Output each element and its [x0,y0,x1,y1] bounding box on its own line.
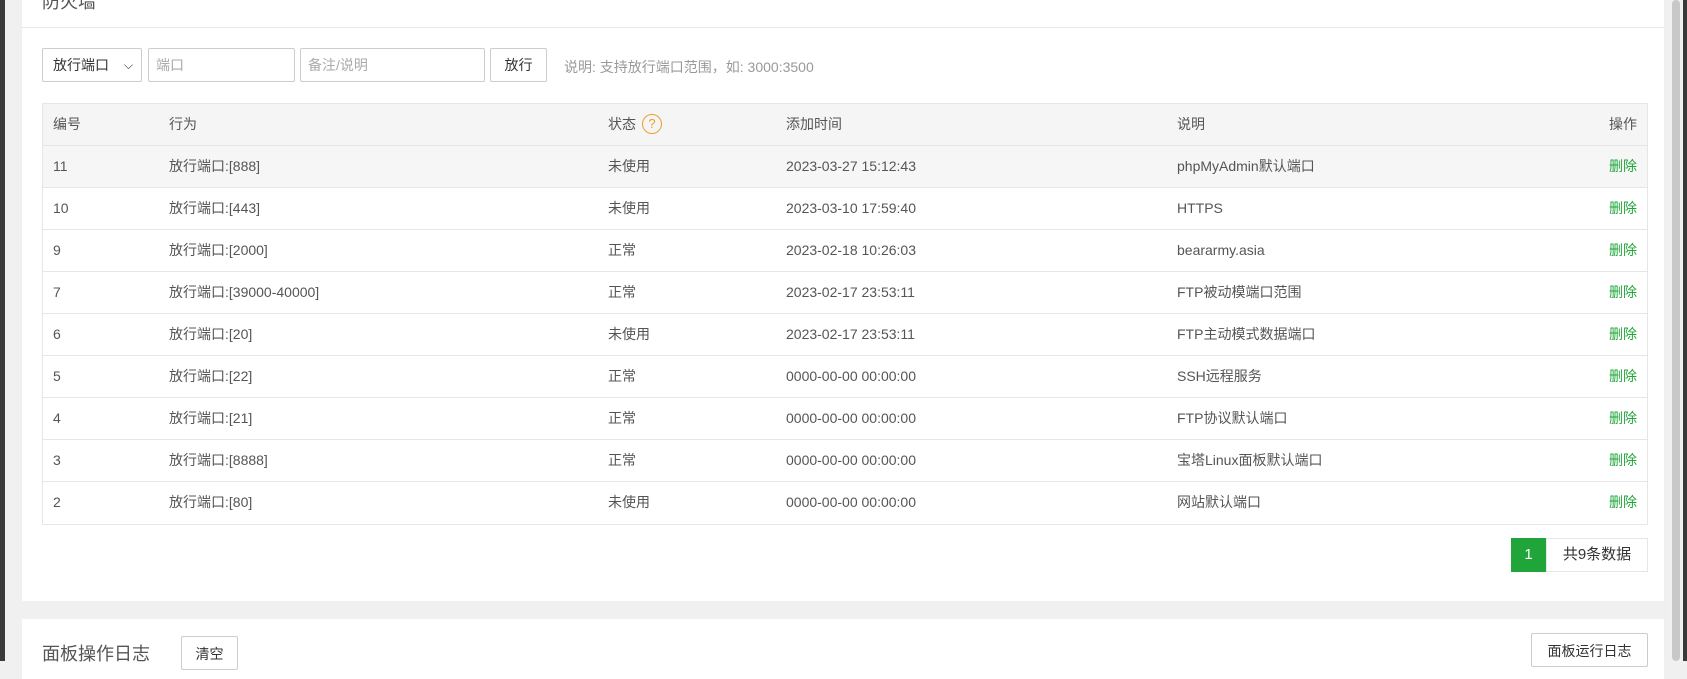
header-time: 添加时间 [786,116,842,132]
header-note: 说明 [1177,116,1205,132]
delete-link[interactable]: 删除 [1609,356,1637,397]
run-log-button[interactable]: 面板运行日志 [1531,633,1648,667]
row-note: FTP主动模式数据端口 [1177,326,1316,342]
header-status: 状态? [608,104,662,145]
chevron-down-icon: ⌵ [123,58,133,72]
delete-link[interactable]: 删除 [1609,482,1637,523]
table-row: 7 放行端口:[39000-40000] 正常 2023-02-17 23:53… [43,272,1647,314]
scrollbar-thumb[interactable] [1672,0,1680,661]
table-row: 3 放行端口:[8888] 正常 0000-00-00 00:00:00 宝塔L… [43,440,1647,482]
row-action: 放行端口:[2000] [169,242,268,258]
delete-link[interactable]: 删除 [1609,272,1637,313]
row-id: 4 [53,410,61,426]
row-time: 0000-00-00 00:00:00 [786,410,916,426]
row-status: 未使用 [608,200,650,216]
row-status: 未使用 [608,494,650,510]
header-op: 操作 [1609,116,1637,132]
pagination-total: 共9条数据 [1546,538,1648,572]
allow-button[interactable]: 放行 [490,48,547,82]
table-row: 4 放行端口:[21] 正常 0000-00-00 00:00:00 FTP协议… [43,398,1647,440]
row-note: FTP被动模端口范围 [1177,284,1302,300]
delete-link[interactable]: 删除 [1609,188,1637,229]
table-row: 6 放行端口:[20] 未使用 2023-02-17 23:53:11 FTP主… [43,314,1647,356]
row-id: 11 [53,158,68,174]
row-status: 未使用 [608,326,650,342]
panel-divider [22,27,1664,28]
table-row: 9 放行端口:[2000] 正常 2023-02-18 10:26:03 bea… [43,230,1647,272]
question-circle-icon[interactable]: ? [642,114,662,135]
row-note: 网站默认端口 [1177,494,1261,510]
delete-link[interactable]: 删除 [1609,146,1637,187]
row-action: 放行端口:[888] [169,158,261,174]
row-note: FTP协议默认端口 [1177,410,1288,426]
row-time: 0000-00-00 00:00:00 [786,368,916,384]
row-time: 2023-02-17 23:53:11 [786,326,915,342]
row-action: 放行端口:[20] [169,326,253,342]
row-id: 2 [53,494,61,510]
rule-type-select[interactable]: 放行端口 ⌵ [42,48,142,82]
window-left-edge [0,0,5,661]
row-action: 放行端口:[39000-40000] [169,284,320,300]
note-input[interactable]: 备注/说明 [300,48,485,82]
row-time: 0000-00-00 00:00:00 [786,452,916,468]
row-id: 3 [53,452,61,468]
row-id: 5 [53,368,61,384]
row-status: 正常 [608,452,636,468]
oplog-panel [22,619,1664,679]
row-note: SSH远程服务 [1177,368,1262,384]
port-input[interactable]: 端口 [148,48,295,82]
row-time: 2023-03-10 17:59:40 [786,200,916,216]
header-status-label: 状态 [608,116,636,132]
row-note: HTTPS [1177,200,1223,216]
table-row: 5 放行端口:[22] 正常 0000-00-00 00:00:00 SSH远程… [43,356,1647,398]
hint-text: 说明: 支持放行端口范围，如: 3000:3500 [564,59,814,75]
clear-log-button[interactable]: 清空 [181,636,238,670]
row-action: 放行端口:[22] [169,368,253,384]
delete-link[interactable]: 删除 [1609,230,1637,271]
row-action: 放行端口:[443] [169,200,261,216]
table-header-row: 编号 行为 状态? 添加时间 说明 操作 [43,104,1647,146]
row-note: phpMyAdmin默认端口 [1177,158,1315,174]
row-time: 2023-02-18 10:26:03 [786,242,916,258]
row-status: 正常 [608,368,636,384]
row-note: beararmy.asia [1177,242,1265,258]
row-action: 放行端口:[21] [169,410,253,426]
panel-title: 防火墙 [42,0,96,12]
row-status: 正常 [608,410,636,426]
delete-link[interactable]: 删除 [1609,440,1637,481]
table-row: 2 放行端口:[80] 未使用 0000-00-00 00:00:00 网站默认… [43,482,1647,524]
rule-type-value: 放行端口 [53,57,109,73]
header-id: 编号 [53,116,81,132]
row-status: 正常 [608,284,636,300]
window-right-edge [1683,0,1687,661]
oplog-title: 面板操作日志 [42,644,150,664]
pagination-current-page[interactable]: 1 [1511,538,1546,572]
row-action: 放行端口:[8888] [169,452,268,468]
row-id: 6 [53,326,61,342]
table-row: 11 放行端口:[888] 未使用 2023-03-27 15:12:43 ph… [43,146,1647,188]
row-note: 宝塔Linux面板默认端口 [1177,452,1323,468]
delete-link[interactable]: 删除 [1609,398,1637,439]
firewall-rules-table: 编号 行为 状态? 添加时间 说明 操作 11 放行端口:[888] 未使用 2… [42,103,1648,525]
row-id: 9 [53,242,61,258]
header-action: 行为 [169,116,197,132]
row-id: 10 [53,200,69,216]
table-row: 10 放行端口:[443] 未使用 2023-03-10 17:59:40 HT… [43,188,1647,230]
row-time: 2023-02-17 23:53:11 [786,284,915,300]
row-id: 7 [53,284,61,300]
row-action: 放行端口:[80] [169,494,253,510]
row-time: 2023-03-27 15:12:43 [786,158,916,174]
row-time: 0000-00-00 00:00:00 [786,494,916,510]
delete-link[interactable]: 删除 [1609,314,1637,355]
row-status: 正常 [608,242,636,258]
row-status: 未使用 [608,158,650,174]
